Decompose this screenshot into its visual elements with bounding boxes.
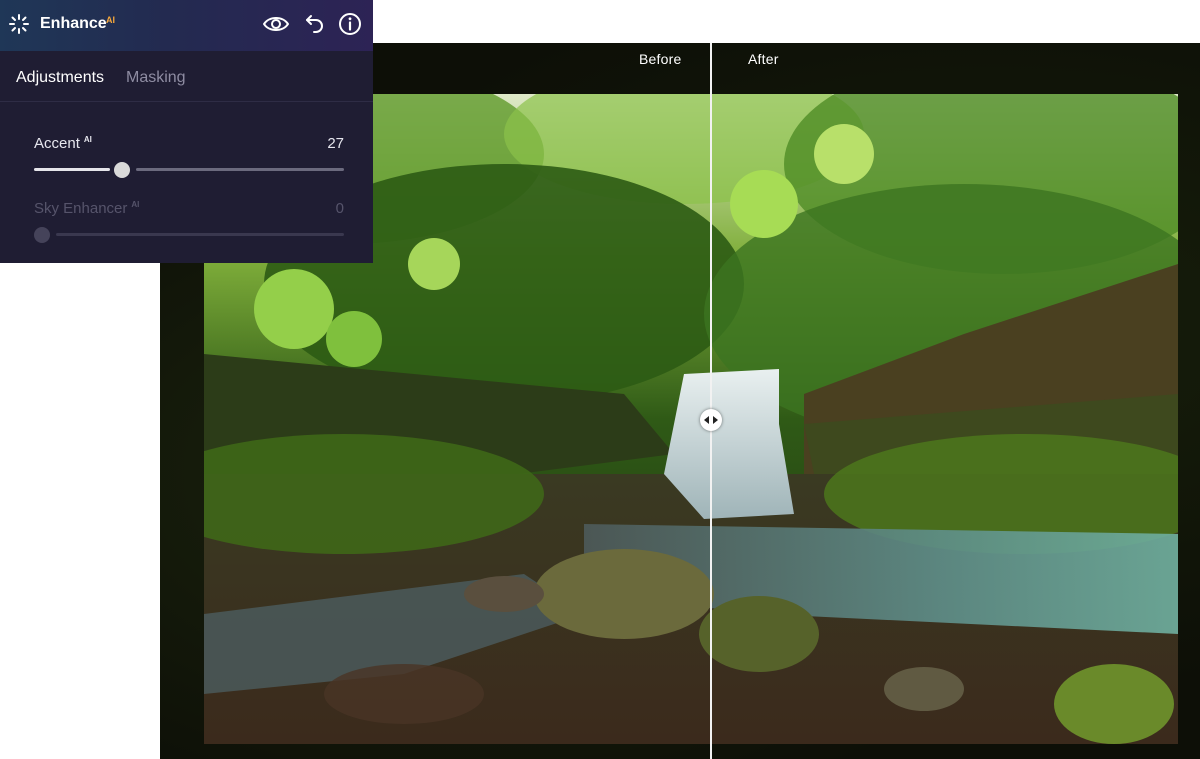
split-divider[interactable] [710,43,712,759]
sky-enhancer-ai-badge: AI [131,200,140,209]
drag-arrows-icon [704,416,718,424]
accent-ai-badge: AI [83,135,92,144]
after-label: After [748,51,779,67]
accent-label: Accent AI [34,135,92,152]
undo-icon[interactable] [304,12,326,41]
accent-slider-thumb[interactable] [114,162,130,178]
tab-masking[interactable]: Masking [126,69,186,87]
tab-adjustments[interactable]: Adjustments [16,69,104,87]
sky-enhancer-slider-thumb[interactable] [34,227,50,243]
panel-tabs: Adjustments Masking [0,51,373,102]
sky-enhancer-label: Sky Enhancer AI [34,200,140,217]
sky-enhancer-track[interactable] [56,233,344,236]
eye-icon[interactable] [262,14,290,39]
title-ai-badge: AI [106,15,115,25]
info-icon[interactable] [338,12,362,41]
accent-value: 27 [327,135,344,152]
panel-title: Enhance [40,15,107,32]
sparkle-icon [9,14,29,39]
sky-enhancer-value: 0 [335,200,344,217]
panel-header: Enhance AI [0,0,373,51]
split-handle[interactable] [700,409,722,431]
enhance-panel: Enhance AI Adjustments Masking Accent AI… [0,0,373,263]
before-label: Before [639,51,682,67]
accent-track-filled[interactable] [34,168,110,171]
accent-track[interactable] [136,168,344,171]
